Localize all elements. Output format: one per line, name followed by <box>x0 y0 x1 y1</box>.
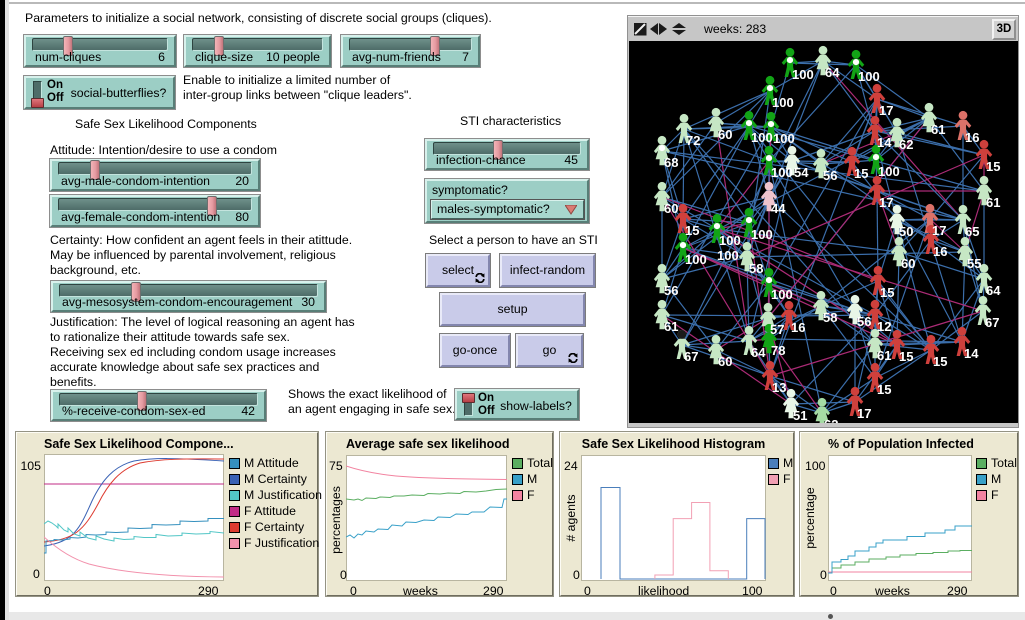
svg-text:14: 14 <box>964 346 979 361</box>
svg-text:100: 100 <box>751 227 773 242</box>
svg-text:15: 15 <box>880 285 894 300</box>
svg-text:61: 61 <box>664 319 678 334</box>
svg-text:15: 15 <box>899 349 913 364</box>
svg-text:100: 100 <box>792 67 814 82</box>
svg-text:15: 15 <box>986 159 1000 174</box>
svg-text:15: 15 <box>933 354 947 369</box>
svg-text:100: 100 <box>771 165 793 180</box>
svg-text:64: 64 <box>751 345 766 360</box>
svg-text:78: 78 <box>771 343 785 358</box>
svg-text:50: 50 <box>899 224 913 239</box>
svg-text:57: 57 <box>770 322 784 337</box>
svg-text:14: 14 <box>877 135 892 150</box>
svg-text:44: 44 <box>771 201 786 216</box>
svg-text:62: 62 <box>824 417 838 423</box>
svg-text:100: 100 <box>771 287 793 302</box>
svg-text:64: 64 <box>825 65 840 80</box>
svg-text:65: 65 <box>965 224 979 239</box>
svg-text:100: 100 <box>773 131 795 146</box>
svg-text:67: 67 <box>985 315 999 330</box>
svg-text:17: 17 <box>857 406 871 421</box>
svg-text:64: 64 <box>986 283 1001 298</box>
svg-text:15: 15 <box>877 382 891 397</box>
svg-text:68: 68 <box>664 155 678 170</box>
svg-text:100: 100 <box>878 164 900 179</box>
svg-text:16: 16 <box>965 130 979 145</box>
svg-text:56: 56 <box>664 283 678 298</box>
svg-text:15: 15 <box>685 223 699 238</box>
svg-text:58: 58 <box>823 310 837 325</box>
svg-text:100: 100 <box>717 248 739 263</box>
svg-text:100: 100 <box>858 69 880 84</box>
svg-text:72: 72 <box>686 133 700 148</box>
svg-text:16: 16 <box>933 244 947 259</box>
svg-text:60: 60 <box>664 201 678 216</box>
svg-text:100: 100 <box>685 252 707 267</box>
svg-text:17: 17 <box>879 103 893 118</box>
svg-text:56: 56 <box>857 314 871 329</box>
svg-text:62: 62 <box>899 137 913 152</box>
svg-text:15: 15 <box>854 166 868 181</box>
svg-text:56: 56 <box>823 168 837 183</box>
svg-text:17: 17 <box>879 195 893 210</box>
svg-text:58: 58 <box>749 261 763 276</box>
svg-text:12: 12 <box>877 319 891 334</box>
svg-text:13: 13 <box>772 380 786 395</box>
svg-text:60: 60 <box>901 256 915 271</box>
svg-text:17: 17 <box>932 223 946 238</box>
svg-text:67: 67 <box>684 349 698 364</box>
svg-text:55: 55 <box>967 256 981 271</box>
svg-text:61: 61 <box>931 122 945 137</box>
svg-text:54: 54 <box>794 165 809 180</box>
svg-text:16: 16 <box>791 320 805 335</box>
svg-text:61: 61 <box>986 195 1000 210</box>
svg-text:60: 60 <box>718 127 732 142</box>
svg-text:60: 60 <box>718 354 732 369</box>
svg-text:100: 100 <box>751 130 773 145</box>
svg-text:100: 100 <box>719 233 741 248</box>
svg-text:100: 100 <box>772 95 794 110</box>
svg-text:51: 51 <box>793 408 807 423</box>
svg-text:61: 61 <box>877 348 891 363</box>
